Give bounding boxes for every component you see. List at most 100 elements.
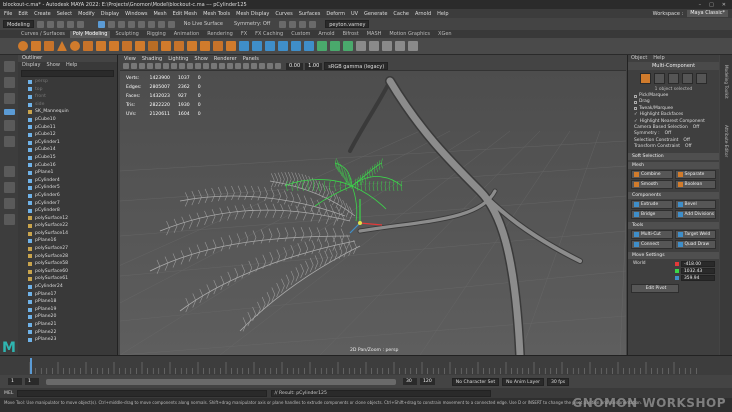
shelf-tab-custom[interactable]: Custom (288, 31, 313, 38)
ipr-render-icon[interactable] (289, 20, 297, 28)
outliner-item[interactable]: polySurface60 (18, 268, 117, 276)
xray-icon[interactable] (267, 63, 273, 69)
redo-icon[interactable] (76, 20, 84, 28)
transform-constraint[interactable]: Transform Constraint Off (628, 144, 719, 150)
vertex-mode-icon[interactable] (654, 73, 665, 84)
viewport-menu-show[interactable]: Show (194, 56, 208, 62)
bevel-icon[interactable] (265, 41, 275, 51)
outliner-menu-show[interactable]: Show (46, 62, 60, 69)
separate-icon[interactable] (187, 41, 197, 51)
grid-icon[interactable] (155, 63, 161, 69)
outliner-item[interactable]: pCylinder8 (18, 207, 117, 215)
camera-attributes-icon[interactable] (131, 63, 137, 69)
sweep-mesh-icon[interactable] (135, 41, 145, 51)
menu-uv[interactable]: UV (351, 11, 358, 17)
move-tool-icon[interactable] (3, 109, 15, 115)
edit-pivot-button[interactable]: Edit Pivot (631, 283, 679, 293)
persp-outliner-icon[interactable] (3, 198, 15, 209)
center-pivot-icon[interactable] (382, 41, 392, 51)
edge-mode-icon[interactable] (668, 73, 679, 84)
outliner-item[interactable]: pPlane1 (18, 169, 117, 177)
script-language-label[interactable]: MEL (4, 391, 13, 396)
object-mode-icon[interactable] (640, 73, 651, 84)
outliner-item[interactable]: pCube14 (18, 146, 117, 154)
motion-blur-icon[interactable] (243, 63, 249, 69)
user-account-dropdown[interactable]: peyton.varney (325, 20, 370, 28)
type-icon[interactable] (148, 41, 158, 51)
planar-map-icon[interactable] (330, 41, 340, 51)
color-space-dropdown[interactable]: sRGB gamma (legacy) (324, 62, 389, 70)
character-set-dropdown[interactable]: No Character Set (451, 377, 500, 386)
move-settings-section[interactable]: Move Settings (628, 251, 719, 259)
connect-button[interactable]: Connect (631, 239, 673, 249)
lasso-tool-icon[interactable] (3, 77, 15, 88)
snap-point-icon[interactable] (147, 20, 155, 28)
menuset-dropdown[interactable]: Modeling (3, 20, 34, 28)
shadows-icon[interactable] (227, 63, 233, 69)
xray-joints-icon[interactable] (275, 63, 281, 69)
outliner-item[interactable]: polySurface28 (18, 253, 117, 261)
outliner-item[interactable]: polySurface27 (18, 245, 117, 253)
select-tool-icon[interactable] (3, 61, 15, 72)
menu-cache[interactable]: Cache (393, 11, 409, 17)
shelf-tab-bifrost[interactable]: Bifrost (340, 31, 362, 38)
poly-cube-icon[interactable] (31, 41, 41, 51)
use-lights-icon[interactable] (219, 63, 225, 69)
symmetry-label[interactable]: Symmetry: Off (234, 21, 270, 27)
minimize-icon[interactable]: – (699, 2, 702, 8)
maximize-icon[interactable]: □ (709, 2, 714, 8)
menu-create[interactable]: Create (34, 11, 51, 17)
shelf-tab-mash[interactable]: MASH (364, 31, 385, 38)
uv-mode-icon[interactable] (696, 73, 707, 84)
outliner-item[interactable]: pCube10 (18, 116, 117, 124)
outliner-item[interactable]: pPlane20 (18, 313, 117, 321)
platonic-solid-icon[interactable] (109, 41, 119, 51)
outliner-item[interactable]: front (18, 93, 117, 101)
mirror-icon[interactable] (226, 41, 236, 51)
gate-mask-icon[interactable] (179, 63, 185, 69)
shelf-tab-xgen[interactable]: XGen (435, 31, 455, 38)
combine-icon[interactable] (174, 41, 184, 51)
outliner-item[interactable]: pCylinder1 (18, 139, 117, 147)
smooth-shade-icon[interactable] (195, 63, 201, 69)
auto-map-icon[interactable] (343, 41, 353, 51)
menu-edit-mesh[interactable]: Edit Mesh (173, 11, 197, 17)
viewport-menu-lighting[interactable]: Lighting (168, 56, 188, 62)
range-bar[interactable] (46, 378, 396, 385)
side-tab-modeling-toolkit[interactable]: Modeling Toolkit (724, 65, 729, 99)
film-gate-icon[interactable] (163, 63, 169, 69)
outliner-item[interactable]: pPlane21 (18, 321, 117, 329)
smooth-button[interactable]: Smooth (631, 179, 673, 189)
shelf-tab-fx-caching[interactable]: FX Caching (252, 31, 286, 38)
outliner-item[interactable]: pPlane19 (18, 306, 117, 314)
menu-select[interactable]: Select (57, 11, 72, 17)
outliner-item[interactable]: pCylinder6 (18, 192, 117, 200)
anim-layer-dropdown[interactable]: No Anim Layer (502, 377, 544, 386)
outliner-item[interactable]: pCube16 (18, 162, 117, 170)
scale-tool-icon[interactable] (3, 136, 15, 147)
combine-button[interactable]: Combine (631, 169, 673, 179)
menu-arnold[interactable]: Arnold (415, 11, 431, 17)
menu-edit[interactable]: Edit (18, 11, 28, 17)
new-scene-icon[interactable] (36, 20, 44, 28)
viewport-menu-view[interactable]: View (124, 56, 136, 62)
quad-draw-button[interactable]: Quad Draw (674, 239, 716, 249)
viewport-menu-panels[interactable]: Panels (243, 56, 259, 62)
shelf-tab-sculpting[interactable]: Sculpting (112, 31, 141, 38)
outliner-item[interactable]: pPlane22 (18, 329, 117, 337)
viewport-menu-shading[interactable]: Shading (142, 56, 162, 62)
menu-modify[interactable]: Modify (78, 11, 95, 17)
close-icon[interactable]: ✕ (722, 2, 726, 8)
menu-deform[interactable]: Deform (326, 11, 345, 17)
extrude-button[interactable]: Extrude (631, 199, 673, 209)
target-weld-icon[interactable] (291, 41, 301, 51)
menu-mesh-display[interactable]: Mesh Display (236, 11, 269, 17)
fps-dropdown[interactable]: 30 fps (546, 377, 570, 386)
outliner-search-input[interactable] (21, 70, 114, 77)
poly-plane-icon[interactable] (83, 41, 93, 51)
snap-surface-icon[interactable] (167, 20, 175, 28)
image-plane-icon[interactable] (147, 63, 153, 69)
target-weld-button[interactable]: Target Weld (674, 229, 716, 239)
outliner-item[interactable]: top (18, 86, 117, 94)
select-component-icon[interactable] (117, 20, 125, 28)
